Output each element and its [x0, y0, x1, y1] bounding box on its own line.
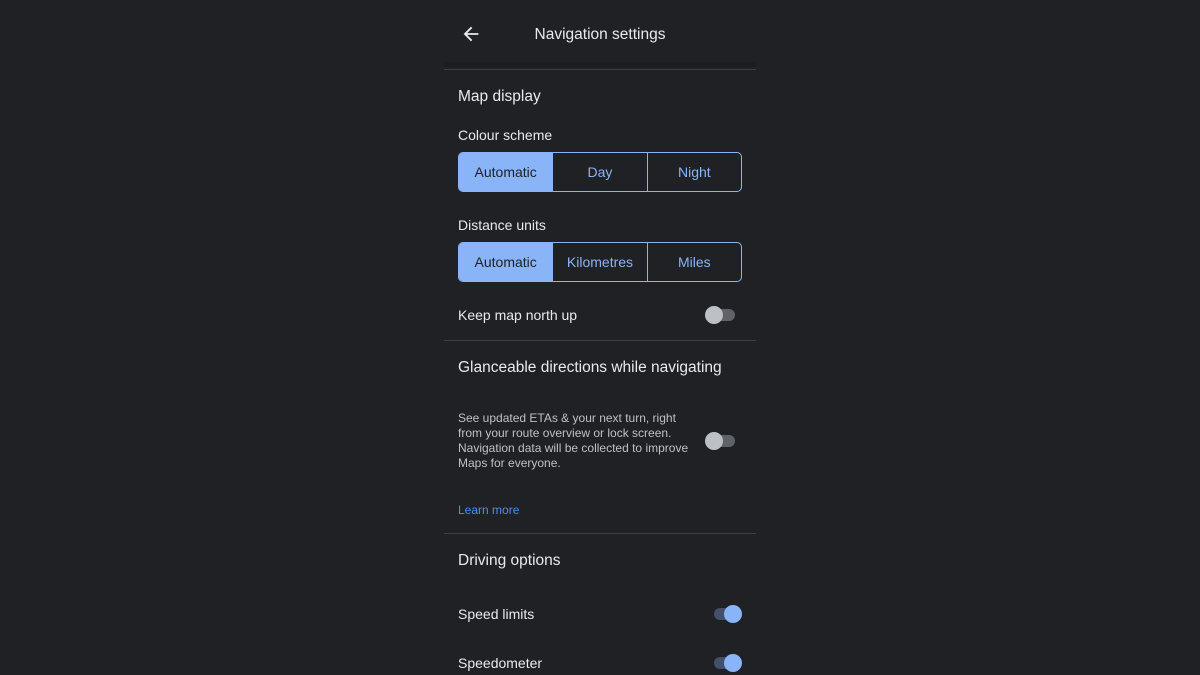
distance-units-miles[interactable]: Miles — [646, 243, 741, 281]
divider — [444, 69, 756, 70]
settings-panel: Navigation settings Map display Colour s… — [444, 0, 756, 675]
colour-scheme-label: Colour scheme — [458, 127, 553, 143]
glanceable-description: See updated ETAs & your next turn, right… — [458, 411, 689, 470]
learn-more-link[interactable]: Learn more — [458, 503, 519, 517]
distance-units-label: Distance units — [458, 217, 546, 233]
colour-scheme-day[interactable]: Day — [552, 153, 646, 191]
speed-limits-toggle[interactable] — [710, 605, 742, 623]
divider — [444, 340, 756, 341]
distance-units-automatic[interactable]: Automatic — [459, 243, 553, 281]
distance-units-kilometres[interactable]: Kilometres — [552, 243, 646, 281]
toggle-thumb — [705, 432, 723, 450]
glanceable-heading: Glanceable directions while navigating — [458, 359, 722, 376]
colour-scheme-automatic[interactable]: Automatic — [459, 153, 553, 191]
speedometer-toggle[interactable] — [710, 654, 742, 672]
toggle-thumb — [724, 654, 742, 672]
speed-limits-label: Speed limits — [458, 606, 535, 622]
glanceable-toggle[interactable] — [705, 432, 735, 450]
divider — [444, 533, 756, 534]
distance-units-selector: Automatic Kilometres Miles — [458, 242, 742, 282]
app-bar: Navigation settings — [444, 0, 756, 62]
header-shadow — [444, 62, 756, 67]
colour-scheme-selector: Automatic Day Night — [458, 152, 742, 192]
page-title: Navigation settings — [534, 26, 666, 43]
north-up-toggle[interactable] — [705, 306, 735, 324]
driving-options-heading: Driving options — [458, 552, 561, 569]
colour-scheme-night[interactable]: Night — [646, 153, 741, 191]
toggle-thumb — [724, 605, 742, 623]
toggle-thumb — [705, 306, 723, 324]
map-display-heading: Map display — [458, 88, 541, 105]
speedometer-label: Speedometer — [458, 655, 543, 671]
north-up-label: Keep map north up — [458, 307, 578, 323]
